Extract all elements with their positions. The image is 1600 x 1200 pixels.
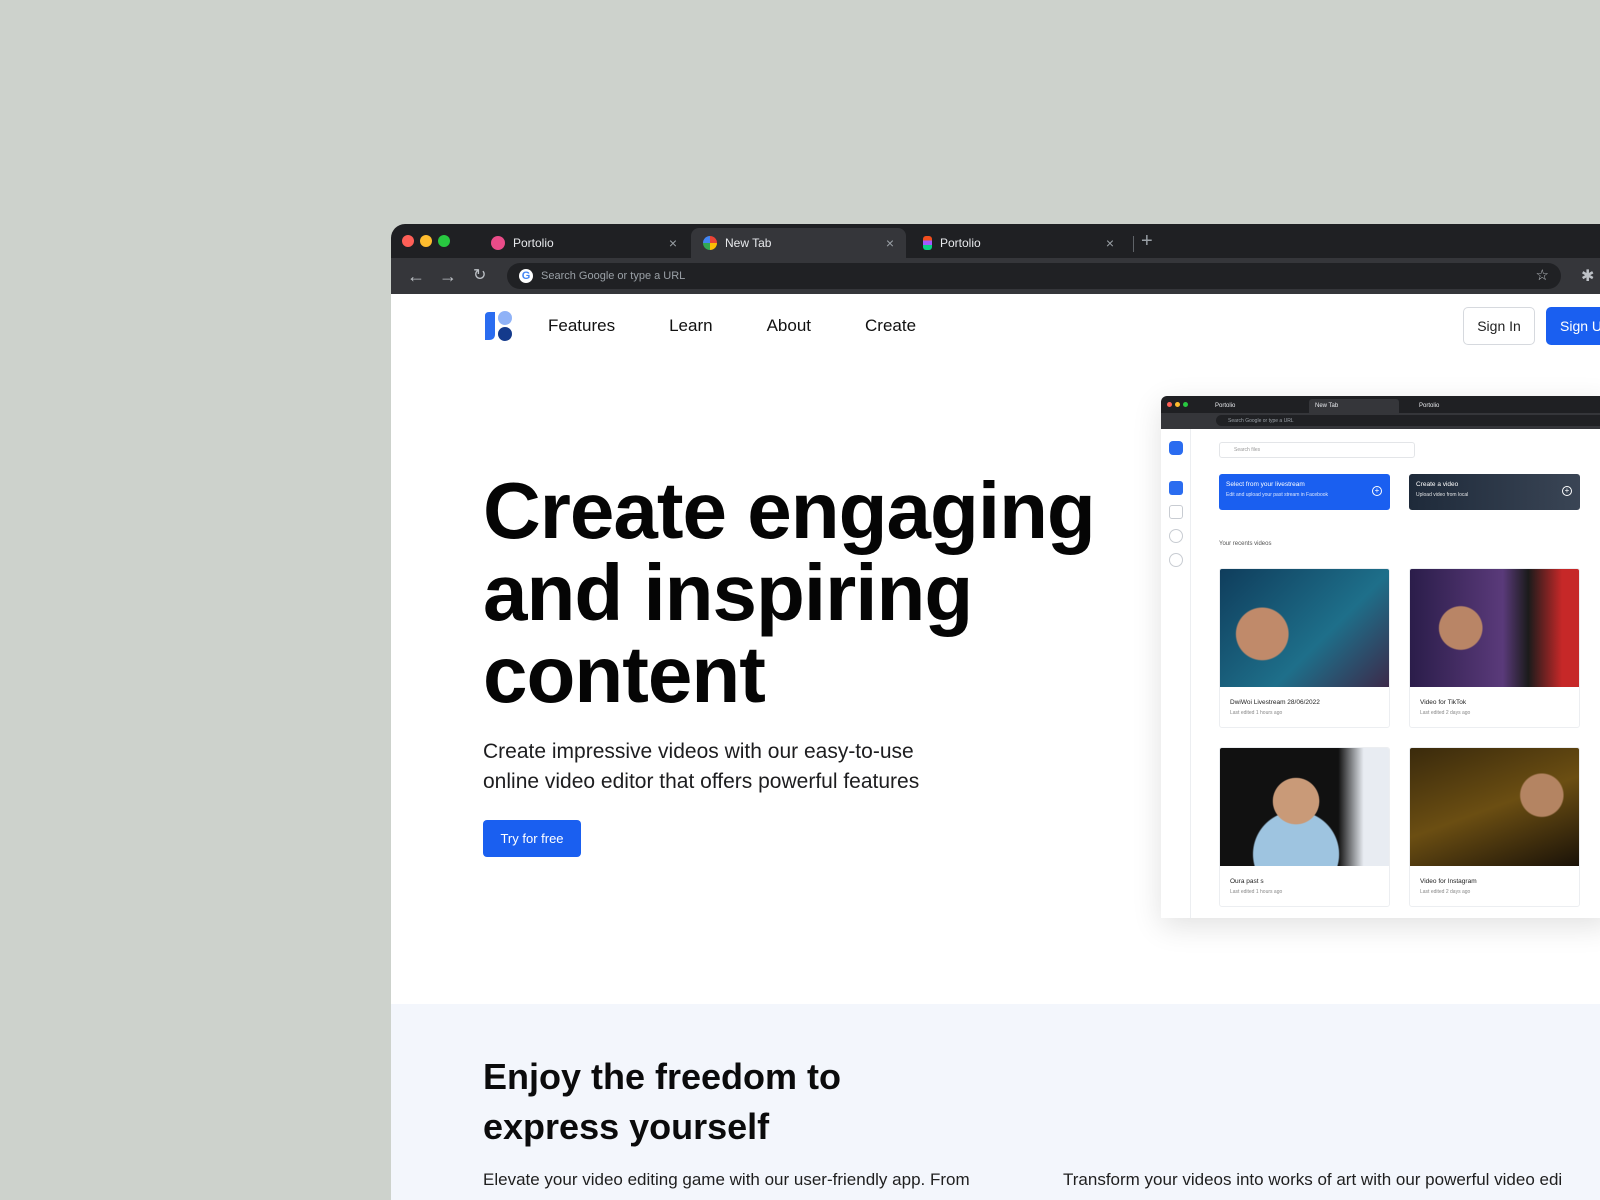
preview-search-input: Search files xyxy=(1219,442,1415,458)
preview-tab-bar: Portolio New Tab Portolio xyxy=(1161,396,1600,413)
tab-label: Portolio xyxy=(513,236,554,250)
extensions-puzzle-icon[interactable]: ✱ xyxy=(1581,266,1594,286)
website-page: Features Learn About Create Sign In Sign… xyxy=(391,294,1600,1200)
app-preview-screenshot: Portolio New Tab Portolio Search Google … xyxy=(1161,396,1600,918)
preview-sidebar xyxy=(1161,429,1191,918)
preview-apps-icon xyxy=(1169,505,1183,519)
try-for-free-button[interactable]: Try for free xyxy=(483,820,581,857)
video-thumbnail xyxy=(1410,569,1579,687)
preview-close-dot xyxy=(1167,402,1172,407)
card-subtitle: Upload video from local xyxy=(1416,492,1469,498)
preview-search-icon xyxy=(1169,529,1183,543)
browser-window: Portolio × New Tab × Portolio × + ← → ↻ … xyxy=(391,224,1600,1200)
video-thumbnail xyxy=(1220,748,1389,866)
browser-toolbar: ← → ↻ G Search Google or type a URL ☆ ✱ xyxy=(391,258,1600,294)
card-subtitle: Edit and upload your past stream in Face… xyxy=(1226,492,1329,498)
maximize-window-button[interactable] xyxy=(438,235,450,247)
tab-portolio-1[interactable]: Portolio × xyxy=(479,228,689,258)
new-tab-button[interactable]: + xyxy=(1141,230,1153,253)
preview-livestream-card: Select from your livestream Edit and upl… xyxy=(1219,474,1390,510)
address-bar[interactable]: G Search Google or type a URL ☆ xyxy=(507,263,1561,289)
close-tab-icon[interactable]: × xyxy=(886,235,894,251)
plus-circle-icon: + xyxy=(1372,486,1382,496)
video-card: Video for Instagram Last edited 2 days a… xyxy=(1409,747,1580,907)
plus-circle-icon: + xyxy=(1562,486,1572,496)
card-title: Create a video xyxy=(1416,481,1459,488)
close-tab-icon[interactable]: × xyxy=(669,235,677,251)
preview-home-icon xyxy=(1169,481,1183,495)
preview-create-video-card: Create a video Upload video from local + xyxy=(1409,474,1580,510)
main-nav: Features Learn About Create xyxy=(548,316,970,336)
tab-bar: Portolio × New Tab × Portolio × + xyxy=(391,224,1600,258)
preview-recents-label: Your recents videos xyxy=(1219,541,1272,547)
sign-in-button[interactable]: Sign In xyxy=(1463,307,1535,345)
close-tab-icon[interactable]: × xyxy=(1106,235,1114,251)
tab-label: Portolio xyxy=(940,236,981,250)
close-window-button[interactable] xyxy=(402,235,414,247)
video-edited: Last edited 1 hours ago xyxy=(1230,710,1283,716)
freedom-column-2: Transform your videos into works of art … xyxy=(1063,1170,1563,1189)
video-edited: Last edited 2 days ago xyxy=(1420,710,1471,716)
back-arrow-icon[interactable]: ← xyxy=(407,266,425,286)
tab-portolio-2[interactable]: Portolio × xyxy=(911,228,1126,258)
preview-tab: New Tab xyxy=(1309,399,1399,413)
nav-learn[interactable]: Learn xyxy=(669,316,712,336)
forward-arrow-icon[interactable]: → xyxy=(439,266,457,286)
minimize-window-button[interactable] xyxy=(420,235,432,247)
preview-tab: Portolio xyxy=(1215,403,1236,409)
google-icon xyxy=(703,236,717,250)
video-thumbnail xyxy=(1220,569,1389,687)
video-title: DwiWoi Livestream 28/06/2022 xyxy=(1230,699,1320,706)
brand-logo-icon[interactable] xyxy=(483,310,513,342)
nav-create[interactable]: Create xyxy=(865,316,916,336)
nav-about[interactable]: About xyxy=(767,316,811,336)
tab-divider xyxy=(1133,236,1134,252)
tab-new-tab[interactable]: New Tab × xyxy=(691,228,906,258)
reload-icon[interactable]: ↻ xyxy=(473,266,486,286)
video-title: Video for TikTok xyxy=(1420,699,1467,706)
preview-min-dot xyxy=(1175,402,1180,407)
video-card: Oura past s Last edited 1 hours ago xyxy=(1219,747,1390,907)
preview-address-bar: Search Google or type a URL xyxy=(1216,415,1600,426)
preview-max-dot xyxy=(1183,402,1188,407)
figma-icon xyxy=(923,236,932,250)
preview-tab: Portolio xyxy=(1419,403,1440,409)
video-thumbnail xyxy=(1410,748,1579,866)
freedom-title: Enjoy the freedom to express yourself xyxy=(483,1056,842,1147)
video-title: Oura past s xyxy=(1230,878,1264,885)
card-title: Select from your livestream xyxy=(1226,481,1305,488)
dribbble-icon xyxy=(491,236,505,250)
video-card: Video for TikTok Last edited 2 days ago xyxy=(1409,568,1580,728)
freedom-column-1: Elevate your video editing game with our… xyxy=(483,1170,970,1189)
preview-app-body: Search files Select from your livestream… xyxy=(1161,429,1600,918)
video-card: DwiWoi Livestream 28/06/2022 Last edited… xyxy=(1219,568,1390,728)
address-bar-placeholder: Search Google or type a URL xyxy=(541,270,686,282)
hero-subtitle: Create impressive videos with our easy-t… xyxy=(483,740,920,793)
preview-logo-icon xyxy=(1169,441,1183,455)
preview-settings-icon xyxy=(1169,553,1183,567)
preview-toolbar: Search Google or type a URL xyxy=(1161,413,1600,429)
tab-label: New Tab xyxy=(725,236,772,250)
video-title: Video for Instagram xyxy=(1420,878,1477,885)
hero-title: Create engaging and inspiring content xyxy=(483,466,1096,719)
bookmark-star-icon[interactable]: ☆ xyxy=(1536,266,1549,284)
google-icon: G xyxy=(519,269,533,283)
video-edited: Last edited 1 hours ago xyxy=(1230,889,1283,895)
video-edited: Last edited 2 days ago xyxy=(1420,889,1471,895)
freedom-section: Enjoy the freedom to express yourself El… xyxy=(391,1004,1600,1200)
sign-up-button[interactable]: Sign U xyxy=(1546,307,1600,345)
nav-features[interactable]: Features xyxy=(548,316,615,336)
